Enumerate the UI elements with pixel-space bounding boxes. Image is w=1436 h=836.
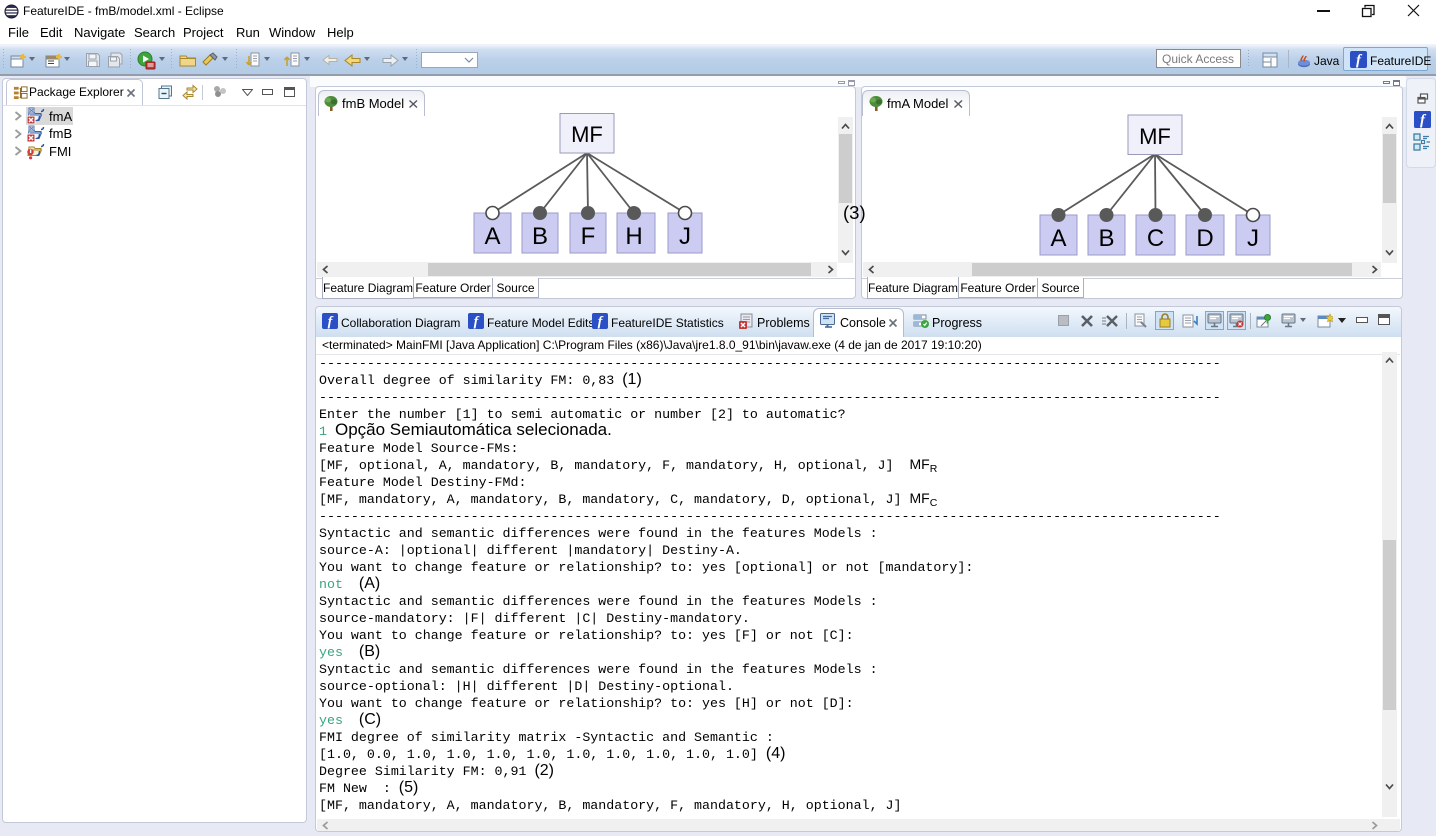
svg-text:H: H <box>625 223 642 250</box>
svg-text:J: J <box>679 223 691 250</box>
svg-text:D: D <box>1196 225 1213 252</box>
svg-text:A: A <box>1050 225 1066 252</box>
svg-text:MF: MF <box>571 122 603 147</box>
svg-text:MF: MF <box>1139 124 1171 149</box>
svg-text:J: J <box>1247 225 1259 252</box>
svg-text:A: A <box>484 223 500 250</box>
svg-text:F: F <box>581 223 596 250</box>
svg-text:B: B <box>532 223 548 250</box>
svg-text:C: C <box>1147 225 1164 252</box>
svg-text:B: B <box>1098 225 1114 252</box>
